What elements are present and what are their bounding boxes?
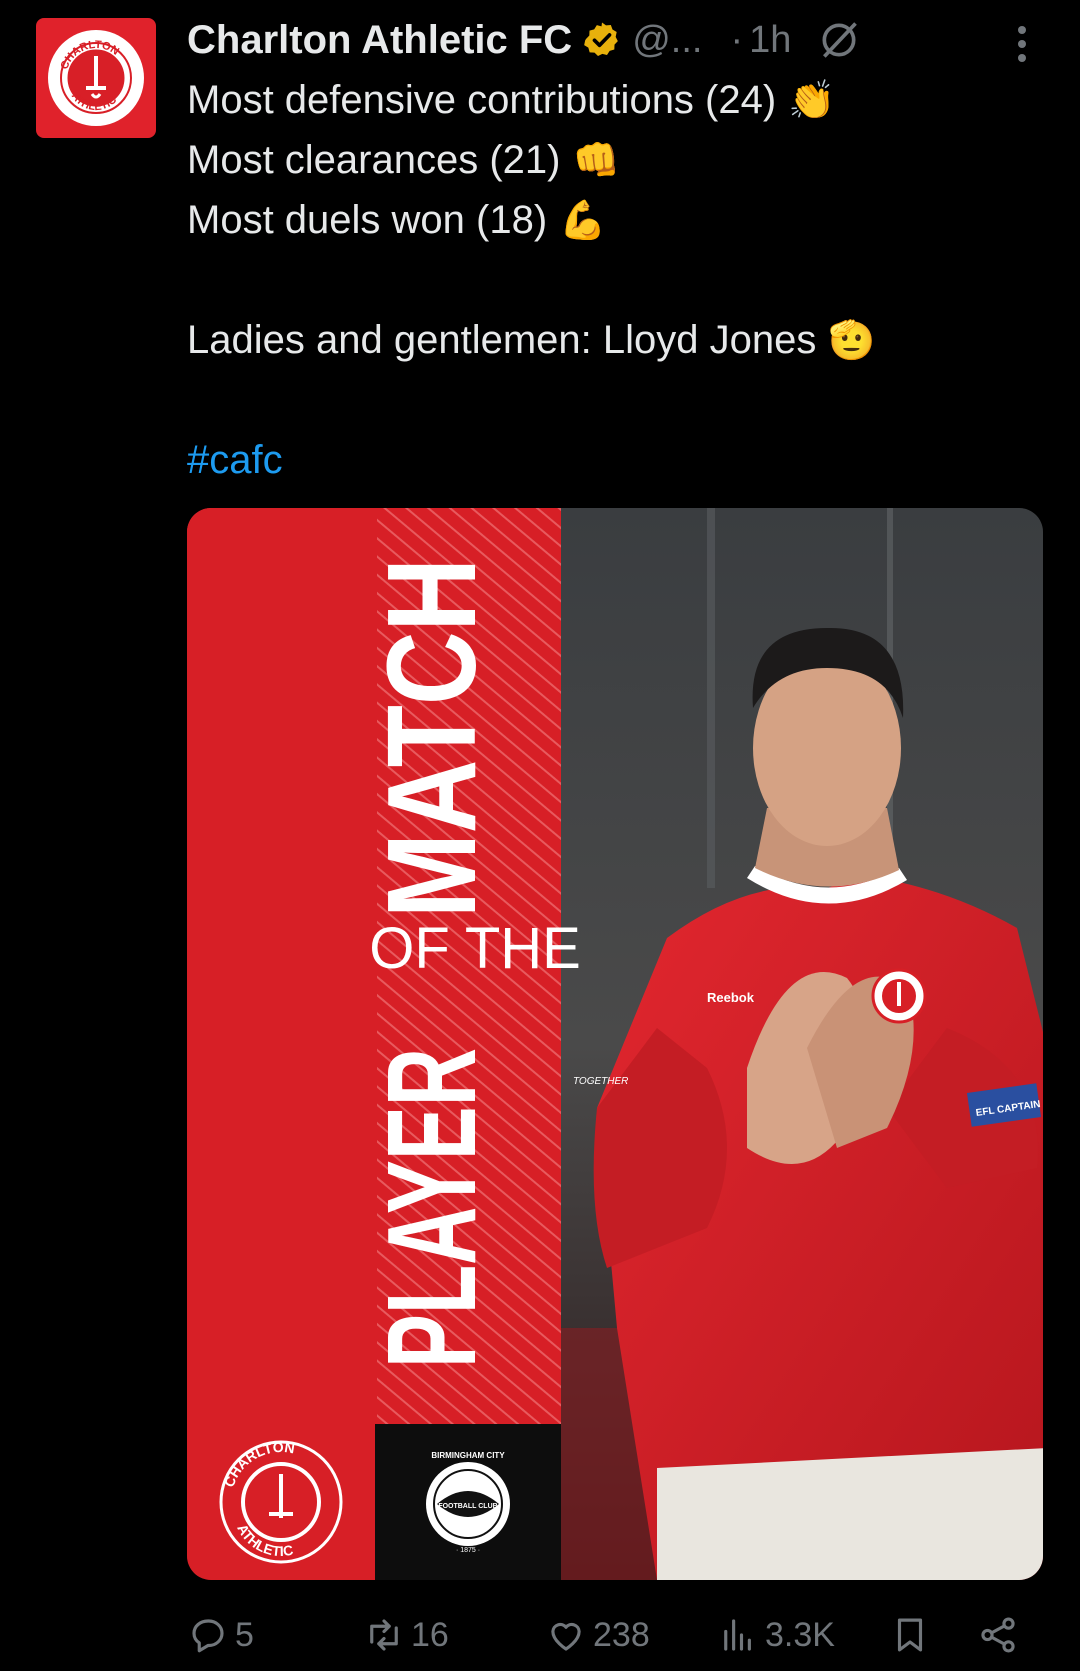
charlton-crest-icon: CHARLTON ATHLETIC <box>50 32 142 124</box>
svg-text:· 1875 ·: · 1875 · <box>456 1547 480 1554</box>
stat-line-duels: Most duels won (18) 💪 <box>187 198 607 242</box>
bookmark-button[interactable] <box>889 1605 931 1665</box>
verified-badge-icon <box>584 22 619 56</box>
svg-text:TOGETHER: TOGETHER <box>573 1076 628 1087</box>
grok-icon[interactable] <box>817 18 861 62</box>
account-handle[interactable]: @... <box>632 19 702 62</box>
svg-text:Reebok: Reebok <box>707 990 755 1005</box>
title-player: PLAYER <box>361 1048 502 1368</box>
title-match: MATCH <box>361 558 502 918</box>
more-icon[interactable] <box>1014 22 1030 66</box>
avatar-crest: CHARLTON ATHLETIC <box>48 30 144 126</box>
share-button[interactable] <box>977 1605 1019 1665</box>
player-of-the-match-graphic: Reebok EFL CAPTAIN TOGETHER PLAYER OF TH… <box>187 508 1043 1580</box>
bookmark-icon <box>897 1618 923 1652</box>
repost-button[interactable]: 16 <box>363 1605 449 1665</box>
clapping-hands-icon: 👏 <box>788 78 836 122</box>
like-icon <box>551 1622 581 1651</box>
separator-dot: · <box>730 18 744 61</box>
view-count: 3.3K <box>765 1615 835 1654</box>
like-button[interactable]: 238 <box>545 1605 650 1665</box>
like-count: 238 <box>593 1615 650 1654</box>
action-bar: 5 16 238 3.3K <box>187 1605 1027 1665</box>
reply-button[interactable]: 5 <box>187 1605 254 1665</box>
views-button[interactable]: 3.3K <box>717 1605 835 1665</box>
account-name[interactable]: Charlton Athletic FC <box>187 18 572 63</box>
timestamp[interactable]: 1h <box>749 19 791 62</box>
fist-icon: 👊 <box>572 138 620 182</box>
hashtag-link[interactable]: #cafc <box>187 438 283 482</box>
views-icon <box>724 1619 751 1651</box>
title-of-the: OF THE <box>369 916 581 981</box>
stat-line-defensive: Most defensive contributions (24) 👏 <box>187 78 836 122</box>
saluting-face-icon: 🫡 <box>828 318 876 362</box>
svg-text:BIRMINGHAM CITY: BIRMINGHAM CITY <box>431 1451 505 1460</box>
stat-line-clearances: Most clearances (21) 👊 <box>187 138 620 182</box>
reply-count: 5 <box>235 1615 254 1654</box>
reply-icon <box>192 1619 224 1653</box>
closing-line: Ladies and gentlemen: Lloyd Jones 🫡 <box>187 318 876 362</box>
share-icon <box>981 1617 1015 1653</box>
media-image[interactable]: Reebok EFL CAPTAIN TOGETHER PLAYER OF TH… <box>187 508 1043 1580</box>
tweet-text: Most defensive contributions (24) 👏 Most … <box>187 70 1007 490</box>
repost-count: 16 <box>411 1615 449 1654</box>
avatar[interactable]: CHARLTON ATHLETIC <box>36 18 156 138</box>
tweet-header: Charlton Athletic FC @... · 1h <box>187 16 861 64</box>
repost-icon <box>370 1619 398 1651</box>
svg-text:FOOTBALL CLUB: FOOTBALL CLUB <box>438 1503 497 1510</box>
flexed-biceps-icon: 💪 <box>559 198 607 242</box>
